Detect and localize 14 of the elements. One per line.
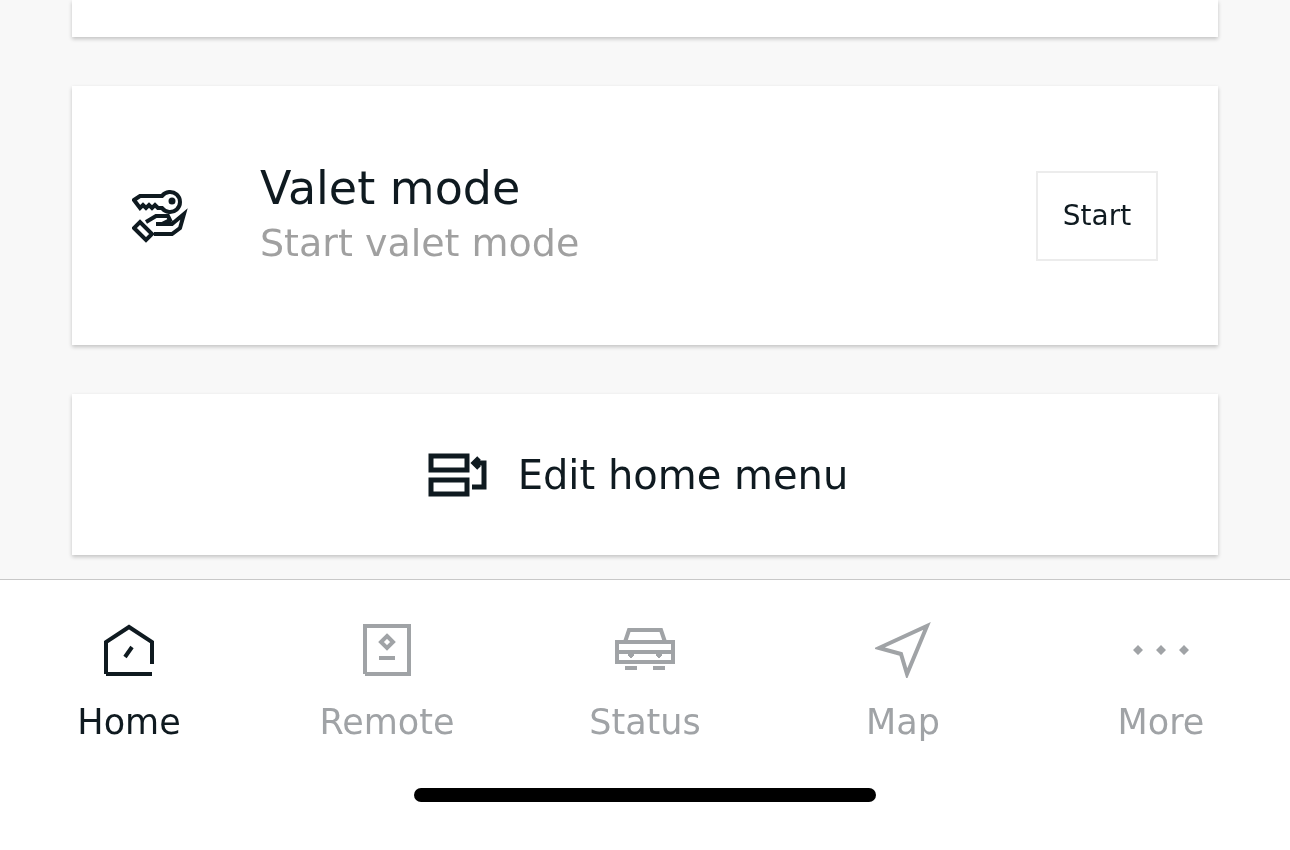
- edit-home-menu-button[interactable]: Edit home menu: [72, 394, 1218, 555]
- card-title: Valet mode: [260, 160, 522, 215]
- remote-icon: [361, 624, 413, 676]
- reorder-icon: [427, 452, 488, 497]
- more-icon: [1131, 643, 1191, 657]
- tab[interactable]: Map: [803, 612, 1003, 742]
- tab[interactable]: Remote: [287, 612, 487, 742]
- tab[interactable]: More: [1061, 612, 1261, 742]
- tab[interactable]: Home: [29, 612, 229, 742]
- navigation-arrow-icon: [875, 622, 931, 678]
- home-icon: [103, 624, 155, 676]
- card-subtitle: Start valet mode: [260, 220, 581, 265]
- tab[interactable]: Status: [545, 612, 745, 742]
- start-button[interactable]: Start: [1036, 170, 1158, 261]
